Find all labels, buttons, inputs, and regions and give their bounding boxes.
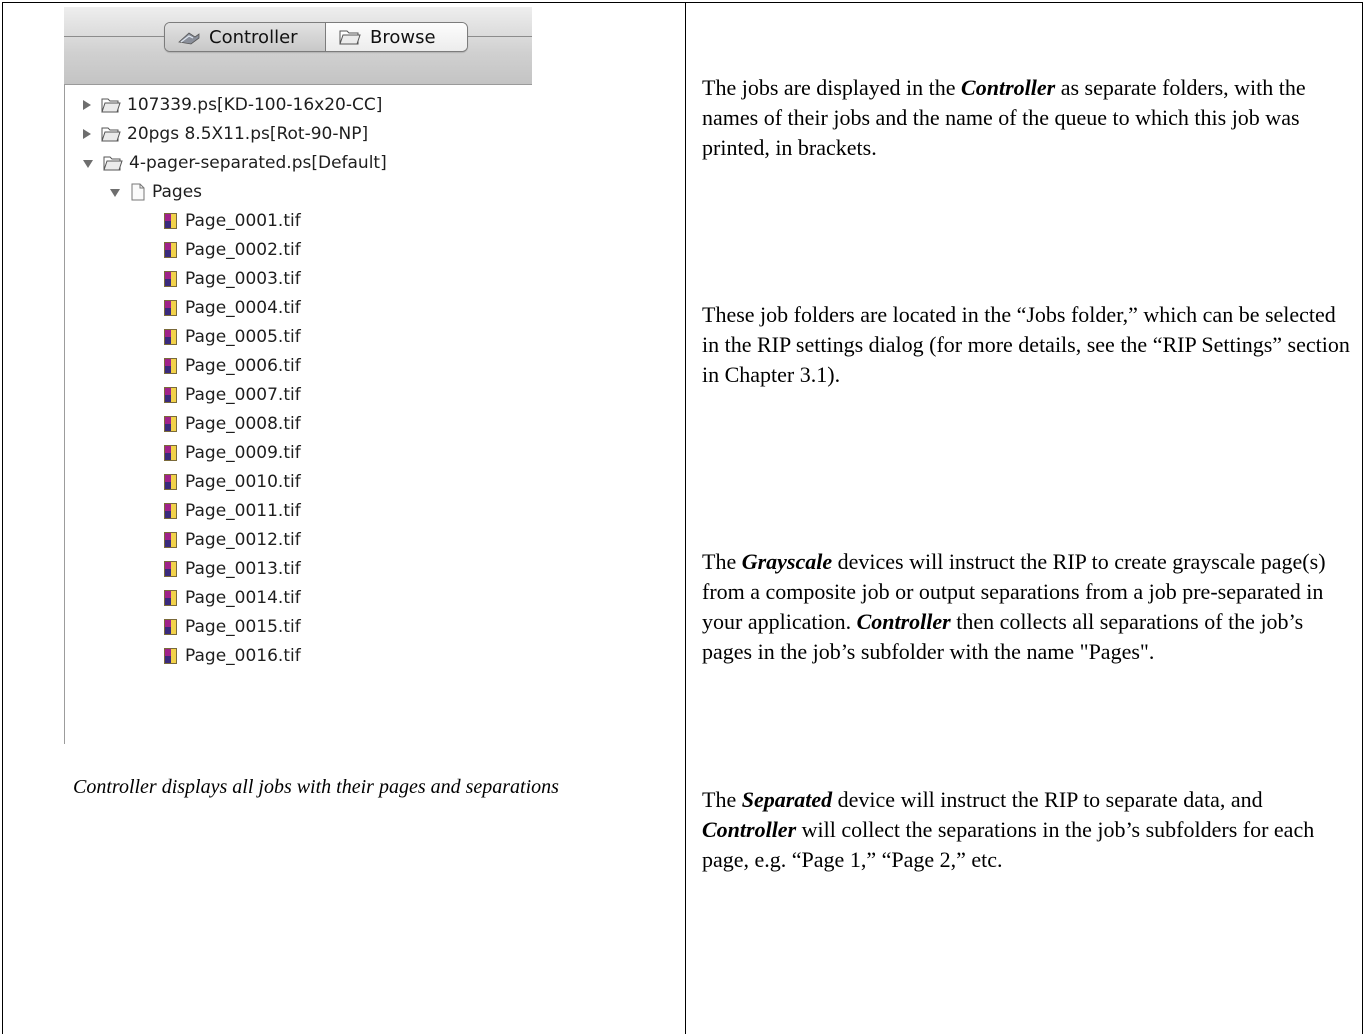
emphasis-controller: Controller — [961, 75, 1056, 100]
controller-screenshot: Controller Browse 107339.ps[KD-100-16x20… — [64, 7, 532, 744]
page-file-name: Page_0014.tif — [185, 588, 301, 608]
job-name: 20pgs 8.5X11.ps[Rot-90-NP] — [127, 124, 369, 144]
tif-file-icon — [164, 329, 177, 345]
tree-row-page[interactable]: Page_0013.tif — [164, 555, 301, 583]
tree-row-page[interactable]: Page_0001.tif — [164, 207, 301, 235]
disclosure-triangle-collapsed-icon[interactable] — [83, 100, 91, 110]
paragraph-grayscale: The Grayscale devices will instruct the … — [702, 549, 1326, 664]
tree-row-page[interactable]: Page_0012.tif — [164, 526, 301, 554]
document-icon — [131, 183, 145, 201]
folder-icon — [339, 30, 361, 45]
tree-row-page[interactable]: Page_0004.tif — [164, 294, 301, 322]
tree-row-page[interactable]: Page_0006.tif — [164, 352, 301, 380]
tif-file-icon — [164, 358, 177, 374]
tree-row-pages-folder[interactable]: Pages — [110, 178, 202, 206]
tree-row-page[interactable]: Page_0015.tif — [164, 613, 301, 641]
tif-file-icon — [164, 387, 177, 403]
emphasis-grayscale: Grayscale — [741, 549, 833, 574]
tab-browse[interactable]: Browse — [326, 23, 467, 51]
tree-row-page[interactable]: Page_0007.tif — [164, 381, 301, 409]
tree-row-job[interactable]: 20pgs 8.5X11.ps[Rot-90-NP] — [83, 120, 368, 148]
tif-file-icon — [164, 590, 177, 606]
page-file-name: Page_0009.tif — [185, 443, 301, 463]
page-file-name: Page_0012.tif — [185, 530, 301, 550]
page-file-name: Page_0013.tif — [185, 559, 301, 579]
tif-file-icon — [164, 648, 177, 664]
page-file-name: Page_0008.tif — [185, 414, 301, 434]
folder-icon — [101, 98, 121, 113]
tree-row-page[interactable]: Page_0002.tif — [164, 236, 301, 264]
tif-file-icon — [164, 561, 177, 577]
tab-controller[interactable]: Controller — [165, 23, 326, 51]
tree-row-page[interactable]: Page_0010.tif — [164, 468, 301, 496]
emphasis-controller: Controller — [856, 609, 951, 634]
tif-file-icon — [164, 300, 177, 316]
job-name: 4-pager-separated.ps[Default] — [129, 153, 387, 173]
tab-browse-label: Browse — [370, 26, 436, 48]
tree-row-job[interactable]: 107339.ps[KD-100-16x20-CC] — [83, 91, 382, 119]
emphasis-controller: Controller — [702, 817, 797, 842]
disclosure-triangle-collapsed-icon[interactable] — [83, 129, 91, 139]
page-file-name: Page_0016.tif — [185, 646, 301, 666]
folder-icon — [103, 156, 123, 171]
paragraph-jobs-folder: These job folders are located in the “Jo… — [702, 302, 1350, 387]
page-file-name: Page_0004.tif — [185, 298, 301, 318]
folder-icon — [101, 127, 121, 142]
page-file-name: Page_0006.tif — [185, 356, 301, 376]
paragraph-separated: The Separated device will instruct the R… — [702, 787, 1315, 872]
page-file-name: Page_0001.tif — [185, 211, 301, 231]
tab-controller-label: Controller — [209, 26, 298, 48]
disclosure-triangle-expanded-icon[interactable] — [83, 160, 93, 168]
page-file-name: Page_0011.tif — [185, 501, 301, 521]
tif-file-icon — [164, 503, 177, 519]
paragraph-jobs-displayed: The jobs are displayed in the Controller… — [702, 75, 1306, 160]
page-file-name: Page_0010.tif — [185, 472, 301, 492]
page-file-name: Page_0007.tif — [185, 385, 301, 405]
tif-file-icon — [164, 242, 177, 258]
column-divider — [685, 2, 686, 1034]
tree-row-page[interactable]: Page_0003.tif — [164, 265, 301, 293]
page-file-name: Page_0005.tif — [185, 327, 301, 347]
tree-row-page[interactable]: Page_0011.tif — [164, 497, 301, 525]
job-name: 107339.ps[KD-100-16x20-CC] — [127, 95, 383, 115]
tree-row-page[interactable]: Page_0009.tif — [164, 439, 301, 467]
tree-row-job[interactable]: 4-pager-separated.ps[Default] — [83, 149, 387, 177]
pages-folder-label: Pages — [152, 182, 203, 202]
tif-file-icon — [164, 271, 177, 287]
disclosure-triangle-expanded-icon[interactable] — [110, 189, 120, 197]
page-file-name: Page_0002.tif — [185, 240, 301, 260]
tree-row-page[interactable]: Page_0005.tif — [164, 323, 301, 351]
tif-file-icon — [164, 532, 177, 548]
tree-row-page[interactable]: Page_0008.tif — [164, 410, 301, 438]
tree-row-page[interactable]: Page_0014.tif — [164, 584, 301, 612]
tif-file-icon — [164, 416, 177, 432]
window-toolbar: Controller Browse — [64, 7, 532, 85]
page-file-name: Page_0015.tif — [185, 617, 301, 637]
tif-file-icon — [164, 445, 177, 461]
figure-caption: Controller displays all jobs with their … — [73, 776, 559, 798]
tif-file-icon — [164, 619, 177, 635]
page-file-name: Page_0003.tif — [185, 269, 301, 289]
tif-file-icon — [164, 213, 177, 229]
emphasis-separated: Separated — [741, 787, 833, 812]
job-tree: 107339.ps[KD-100-16x20-CC] 20pgs 8.5X11.… — [64, 84, 532, 744]
controller-icon — [178, 32, 200, 45]
view-segmented-control[interactable]: Controller Browse — [164, 22, 468, 52]
tree-row-page[interactable]: Page_0016.tif — [164, 642, 301, 670]
tif-file-icon — [164, 474, 177, 490]
